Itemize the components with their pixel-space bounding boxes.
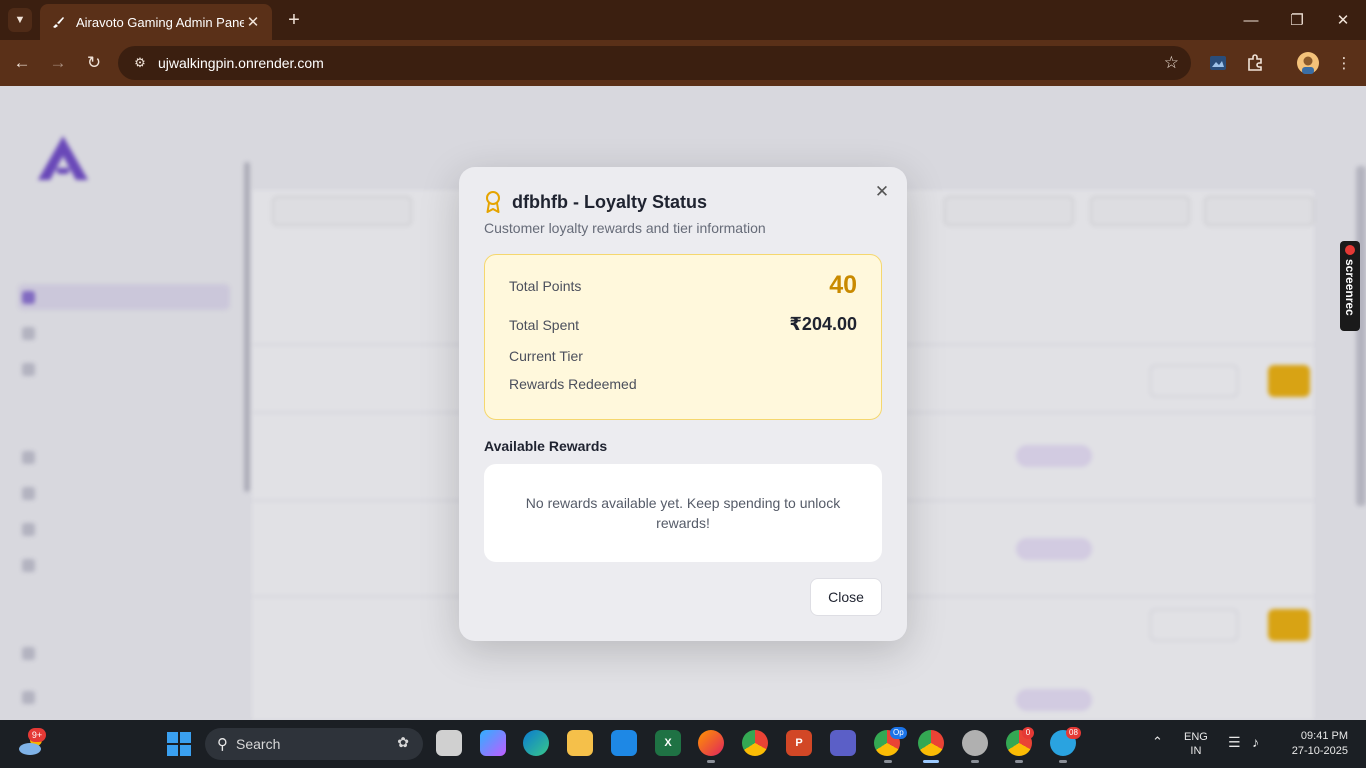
back-arrow-icon[interactable]: ← <box>10 51 34 75</box>
tray-overflow-chevron-icon[interactable]: ⌃ <box>1152 734 1163 750</box>
region-code: IN <box>1190 745 1202 757</box>
loyalty-summary-card: Total Points 40 Total Spent ₹204.00 Curr… <box>484 254 882 420</box>
copilot-icon[interactable] <box>480 730 506 756</box>
teams-icon[interactable] <box>830 730 856 756</box>
running-indicator <box>884 760 892 763</box>
search-icon: ⚲ <box>217 736 228 753</box>
running-indicator <box>1015 760 1023 763</box>
tab-title: Airavoto Gaming Admin Panel <box>76 14 244 30</box>
new-tab-icon[interactable]: + <box>282 8 306 32</box>
extensions-puzzle-icon[interactable] <box>1243 51 1267 75</box>
task-view-icon[interactable] <box>436 730 462 756</box>
clock-date: 27-10-2025 <box>1291 745 1348 757</box>
minimize-icon[interactable]: — <box>1237 6 1265 34</box>
taskbar-search[interactable]: ⚲ Search ✿ <box>205 728 423 760</box>
award-icon <box>486 191 500 213</box>
available-rewards-heading: Available Rewards <box>484 438 608 454</box>
powerpoint-icon[interactable]: P <box>786 730 812 756</box>
total-spent-row: Total Spent ₹204.00 <box>509 314 857 335</box>
tab-search-chevron-icon[interactable]: ▼ <box>8 8 32 32</box>
chrome-icon[interactable] <box>742 730 768 756</box>
clock-time: 09:41 PM <box>1300 730 1348 742</box>
active-indicator <box>923 760 939 763</box>
restore-icon[interactable]: ❐ <box>1283 6 1311 34</box>
microsoft-store-icon[interactable] <box>611 730 637 756</box>
site-info-icon[interactable]: ⚙ <box>130 53 150 73</box>
tab-close-icon[interactable]: ✕ <box>244 13 262 31</box>
windows-start-icon[interactable] <box>167 732 191 756</box>
total-points-value: 40 <box>829 271 857 299</box>
url-text[interactable]: ujwalkingpin.onrender.com <box>158 55 324 71</box>
taskbar-clock[interactable]: 09:41 PM 27-10-2025 <box>1284 729 1348 759</box>
total-spent-value: ₹204.00 <box>789 314 857 334</box>
browser-toolbar: ← → ↻ ⚙ ujwalkingpin.onrender.com ☆ ⋮ <box>0 40 1366 86</box>
windows-taskbar: 9+ ⚲ Search ✿ X P Op 0 08 ⌃ ENG IN ☰ ♪ 0… <box>0 720 1366 768</box>
close-icon[interactable]: ✕ <box>873 182 891 201</box>
browser-titlebar: ▼ Airavoto Gaming Admin Panel ✕ + — ❐ ✕ <box>0 0 1366 40</box>
browser-tab-active[interactable]: Airavoto Gaming Admin Panel ✕ <box>40 4 272 40</box>
close-button[interactable]: Close <box>810 578 882 616</box>
wifi-icon[interactable]: ☰ <box>1228 734 1241 751</box>
chrome-profile-badge: Op <box>890 727 907 739</box>
language-indicator[interactable]: ENG IN <box>1184 730 1208 758</box>
chrome-active-icon[interactable] <box>918 730 944 756</box>
total-points-row: Total Points 40 <box>509 271 857 300</box>
record-dot-icon <box>1345 245 1355 255</box>
rewards-empty-state: No rewards available yet. Keep spending … <box>484 464 882 562</box>
firefox-icon[interactable] <box>698 730 724 756</box>
window-close-icon[interactable]: ✕ <box>1329 6 1357 34</box>
profile-avatar[interactable] <box>1296 51 1320 75</box>
wpm-icon[interactable] <box>962 730 988 756</box>
loyalty-status-dialog: ✕ dfbhfb - Loyalty Status Customer loyal… <box>459 167 907 641</box>
browser-menu-icon[interactable]: ⋮ <box>1332 51 1356 75</box>
total-points-label: Total Points <box>509 277 582 294</box>
forward-arrow-icon[interactable]: → <box>46 51 70 75</box>
rewards-redeemed-row: Rewards Redeemed <box>509 376 857 392</box>
reload-icon[interactable]: ↻ <box>82 51 106 75</box>
rewards-redeemed-label: Rewards Redeemed <box>509 376 637 392</box>
total-spent-label: Total Spent <box>509 316 580 333</box>
dialog-subtitle: Customer loyalty rewards and tier inform… <box>484 220 766 236</box>
running-indicator <box>971 760 979 763</box>
extension-image-icon[interactable] <box>1206 51 1230 75</box>
brush-icon <box>50 14 66 30</box>
language-code: ENG <box>1184 731 1208 743</box>
screenrec-widget[interactable]: screenrec <box>1340 241 1360 331</box>
dialog-header: dfbhfb - Loyalty Status <box>484 191 707 213</box>
search-highlight-icon: ✿ <box>397 734 409 750</box>
rewards-empty-message: No rewards available yet. Keep spending … <box>525 495 841 531</box>
dialog-title: dfbhfb - Loyalty Status <box>512 191 707 212</box>
search-placeholder: Search <box>236 736 281 752</box>
bookmark-star-icon[interactable]: ☆ <box>1164 53 1179 73</box>
volume-icon[interactable]: ♪ <box>1252 734 1259 750</box>
telegram-badge: 08 <box>1066 727 1081 739</box>
current-tier-label: Current Tier <box>509 348 583 364</box>
edge-icon[interactable] <box>523 730 549 756</box>
current-tier-row: Current Tier <box>509 348 857 364</box>
running-indicator <box>1059 760 1067 763</box>
chrome-second-badge: 0 <box>1022 727 1034 739</box>
weather-badge: 9+ <box>28 728 46 742</box>
address-bar[interactable]: ⚙ ujwalkingpin.onrender.com ☆ <box>118 46 1191 80</box>
file-explorer-icon[interactable] <box>567 730 593 756</box>
firefox-running-indicator <box>707 760 715 763</box>
excel-icon[interactable]: X <box>655 730 681 756</box>
screenrec-label: screenrec <box>1343 259 1357 316</box>
